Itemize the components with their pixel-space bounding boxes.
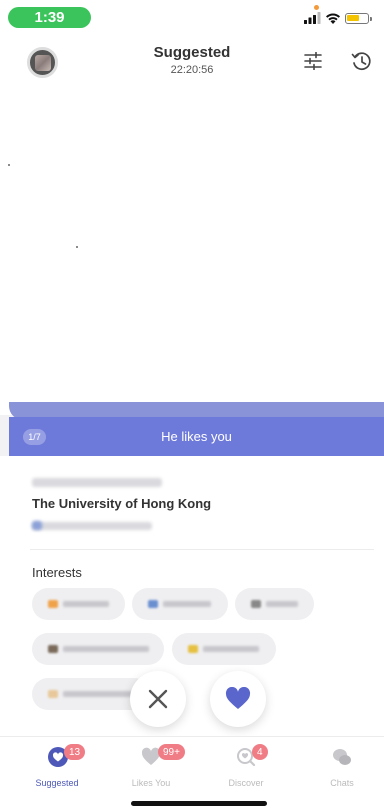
profile-info: The University of Hong Kong Interests [0, 456, 384, 736]
top-header: Suggested 22:20:56 [0, 34, 384, 86]
interest-chip [235, 588, 314, 620]
tab-label: Discover [228, 778, 264, 788]
tab-label: Chats [330, 778, 354, 788]
likes-you-banner: 1/7 He likes you [9, 417, 384, 456]
battery-icon [345, 13, 372, 24]
interest-chip [172, 633, 276, 665]
wifi-icon [326, 13, 340, 24]
profile-photo[interactable] [0, 86, 384, 415]
university-name: The University of Hong Kong [32, 496, 212, 511]
mic-indicator-dot [314, 5, 319, 10]
countdown-timer: 22:20:56 [170, 64, 214, 76]
location-flag-icon [32, 521, 42, 530]
tab-discover[interactable]: 4 Discover [198, 737, 294, 793]
tab-suggested[interactable]: 13 Suggested [10, 737, 106, 793]
tab-chats[interactable]: Chats [294, 737, 384, 793]
history-icon[interactable] [351, 51, 372, 72]
filter-sliders-icon[interactable] [303, 52, 323, 70]
cellular-signal-icon [304, 12, 321, 24]
divider [30, 549, 374, 550]
interest-chip [132, 588, 228, 620]
bottom-tab-bar: 13 Suggested 99+ Likes You 4 Discover Ch… [0, 736, 384, 809]
like-button[interactable] [210, 671, 266, 727]
likes-you-text: He likes you [161, 429, 232, 444]
page-title: Suggested [153, 44, 231, 61]
tab-label: Suggested [35, 778, 79, 788]
home-indicator [131, 801, 267, 806]
heart-icon [225, 687, 251, 709]
status-time: 1:39 [8, 7, 91, 28]
interest-chip [32, 588, 125, 620]
status-bar: 1:39 [0, 0, 384, 34]
interest-chip [32, 633, 164, 665]
chat-bubbles-icon [333, 749, 351, 765]
likes-you-badge: 99+ [158, 744, 185, 760]
pass-button[interactable] [130, 671, 186, 727]
interests-heading: Interests [32, 565, 82, 580]
close-icon [148, 689, 168, 709]
tab-label: Likes You [131, 778, 171, 788]
discover-badge: 4 [252, 744, 268, 760]
suggested-badge: 13 [64, 744, 86, 760]
redacted-name [32, 478, 162, 487]
tab-likes-you[interactable]: 99+ Likes You [103, 737, 199, 793]
redacted-details [32, 522, 152, 530]
